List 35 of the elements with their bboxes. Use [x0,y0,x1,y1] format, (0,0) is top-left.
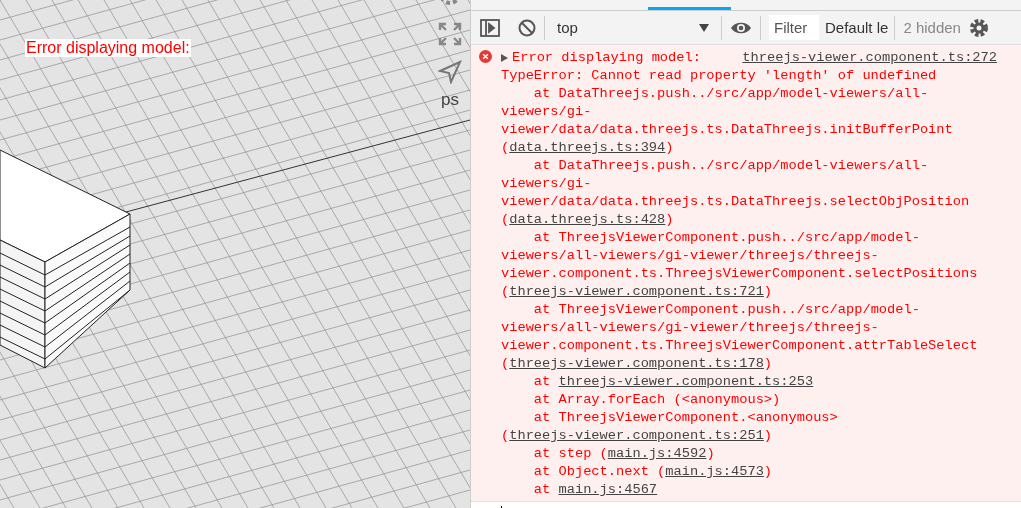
stack-trace-line: at ThreejsViewerComponent.push../src/app/model-viewers/all-viewers/gi-viewer/threejs/threejs-viewer.component.ts.ThreejsViewerComponent.attrTableSelect (threejs-viewer.component.ts:178) [501,301,979,373]
expand-arrow-icon[interactable] [501,54,508,62]
sidebar-toggle-icon[interactable] [480,18,500,37]
error-label: Error displaying model: [25,39,191,57]
source-link[interactable]: main.js:4592 [607,446,707,461]
stack-trace-line: at Array.forEach (<anonymous>) [532,391,782,409]
context-select[interactable]: top [553,19,713,36]
stack-trace-line: TypeError: Cannot read property 'length' of undefined [501,67,938,85]
fullscreen-icon[interactable] [438,22,462,46]
stack-trace-line: at main.js:4567 [532,481,659,499]
source-link[interactable]: data.threejs.ts:428 [509,212,666,227]
log-levels-dropdown[interactable]: Default le [819,19,895,36]
filter-field[interactable]: Filter [769,15,819,40]
stack-trace-line: at step (main.js:4592) [532,445,716,463]
stack-trace-line: at Object.next (main.js:4573) [532,463,774,481]
source-link[interactable]: data.threejs.ts:394 [509,140,666,155]
clear-console-icon[interactable] [518,18,536,37]
side-label: ps [441,90,459,110]
stack-trace-line: at threejs-viewer.component.ts:253 [532,373,815,391]
error-icon [479,50,492,63]
source-link[interactable]: threejs-viewer.component.ts:721 [509,284,764,299]
source-link[interactable]: threejs-viewer.component.ts:251 [509,428,764,443]
error-summary: Error displaying model: [512,49,702,67]
source-link[interactable]: threejs-viewer.component.ts:178 [509,356,764,371]
hidden-count: 2 hidden [902,19,962,36]
stack-trace-line: at ThreejsViewerComponent.push../src/app/model-viewers/all-viewers/gi-viewer/threejs/threejs-viewer.component.ts.ThreejsViewerComponent.selectPositions (threejs-viewer.component.ts:721) [501,229,979,301]
stack-trace-line: at DataThreejs.push../src/app/model-viewers/all-viewers/gi-viewer/data/data.threejs.ts.DataThreejs.initBufferPoint (data.threejs.ts:394) [501,85,954,157]
source-link[interactable]: main.js:4567 [558,482,658,497]
source-link[interactable]: threejs-viewer.component.ts:272 [742,49,997,67]
stack-trace-line: at ThreejsViewerComponent.<anonymous> (threejs-viewer.component.ts:251) [501,409,839,445]
source-link[interactable]: main.js:4573 [665,464,764,479]
eye-icon[interactable] [730,20,752,35]
navigation-arrow-icon[interactable] [438,60,462,84]
stack-trace-line: at DataThreejs.push../src/app/model-viewers/all-viewers/gi-viewer/data/data.threejs.ts.DataThreejs.selectObjPosition (data.threejs.ts:428) [501,157,971,229]
source-link[interactable]: threejs-viewer.component.ts:253 [558,374,814,389]
